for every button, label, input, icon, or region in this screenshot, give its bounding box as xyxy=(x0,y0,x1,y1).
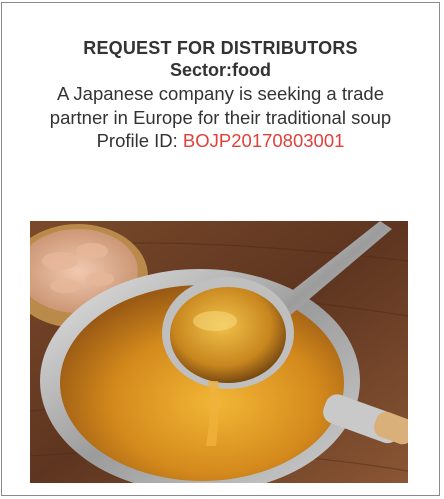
description: A Japanese company is seeking a trade pa… xyxy=(2,82,439,130)
request-title: REQUEST FOR DISTRIBUTORS xyxy=(83,38,358,58)
description-line-1: A Japanese company is seeking a trade xyxy=(56,83,385,104)
profile-id-link[interactable]: BOJP20170803001 xyxy=(183,130,345,151)
sector-label: Sector:food xyxy=(170,60,271,80)
profile-label: Profile ID: xyxy=(96,130,183,151)
description-line-2: partner in Europe for their traditional … xyxy=(49,107,392,128)
profile-line: Profile ID: BOJP20170803001 xyxy=(2,130,439,152)
soup-photo xyxy=(30,221,408,483)
ladle-in-pot-image xyxy=(30,221,408,483)
